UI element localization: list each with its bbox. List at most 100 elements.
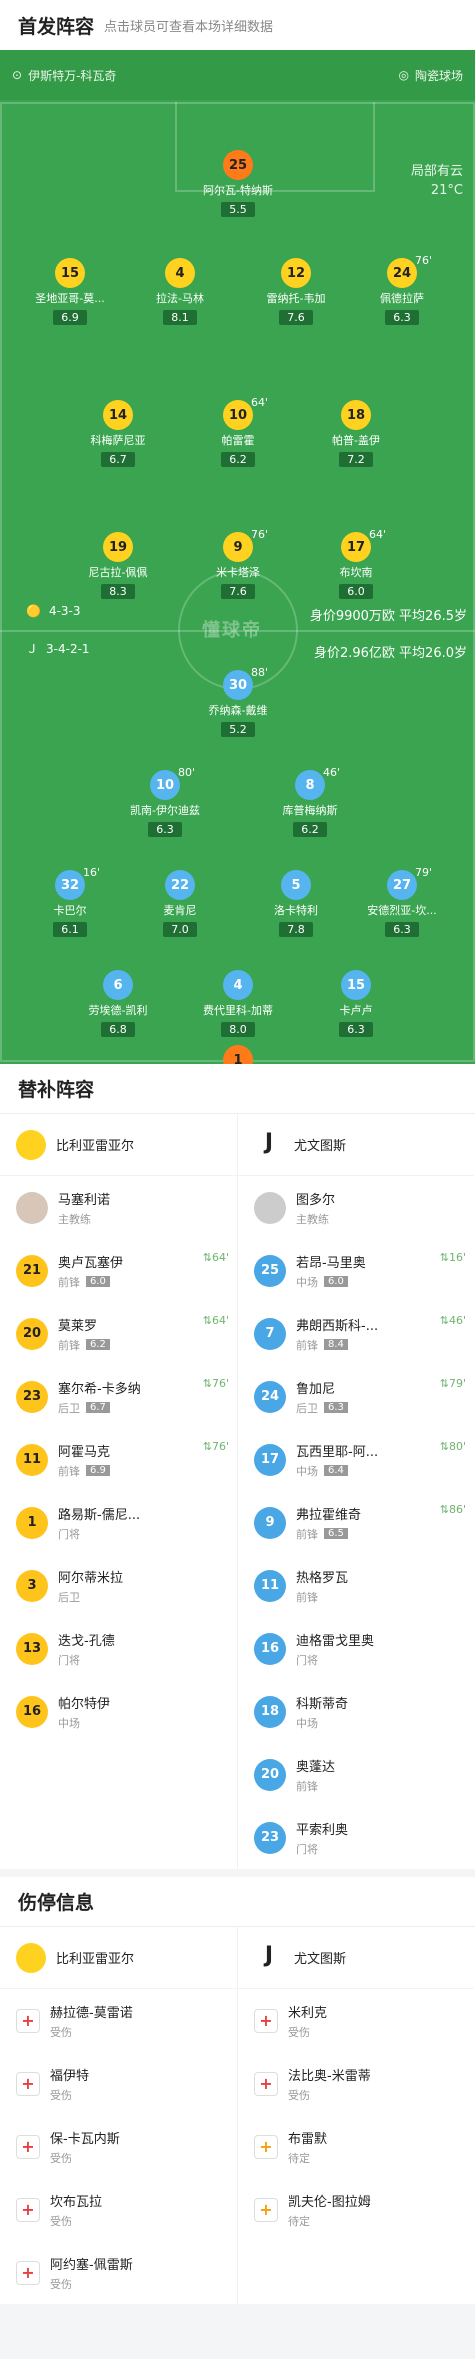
home-player[interactable]: 15 圣地亚哥-莫... 6.9 xyxy=(25,258,115,325)
player-rating: 6.0 xyxy=(339,584,373,599)
sub-time: 76' xyxy=(415,254,433,267)
jersey-number: 9 xyxy=(254,1506,286,1539)
home-player[interactable]: 19 尼古拉-佩佩 8.3 xyxy=(73,532,163,599)
sub-player-row[interactable]: 23 平索利奥 门将 xyxy=(238,1806,474,1869)
jersey-number: 16 xyxy=(16,1695,48,1728)
injuries-section: 伤停信息 比利亚雷亚尔 + 赫拉德-莫雷诺 受伤 + 福伊特 受伤 + 保-卡瓦内斯 受伤 + 坎布… xyxy=(0,1877,475,2304)
player-name: 科梅萨尼亚 xyxy=(90,434,146,447)
medical-cross-icon: + xyxy=(254,2071,278,2096)
medical-cross-icon: + xyxy=(16,2134,40,2159)
home-player[interactable]: 12 雷纳托-韦加 7.6 xyxy=(251,258,341,325)
sub-player-row[interactable]: 24 鲁加尼 后卫 6.3 ⇅79' xyxy=(238,1365,474,1428)
sub-in-time: ⇅64' xyxy=(202,1251,229,1264)
home-player[interactable]: 24 76' 佩德拉萨 6.3 xyxy=(357,254,447,325)
home-player[interactable]: 25 阿尔瓦-特纳斯 5.5 xyxy=(193,150,283,217)
sub-player-row[interactable]: 23 塞尔希-卡多纳 后卫 6.7 ⇅76' xyxy=(0,1365,237,1428)
away-player[interactable]: 30 88' 乔纳森-戴维 5.2 xyxy=(193,666,283,737)
home-player[interactable]: 9 76' 米卡塔泽 7.6 xyxy=(193,528,283,599)
injuries-title: 伤停信息 xyxy=(0,1877,475,1927)
jersey-number: 1 xyxy=(223,1045,253,1064)
sub-player-row[interactable]: 13 迭戈-孔德 门将 xyxy=(0,1617,237,1680)
sub-player-row[interactable]: 9 弗拉霍维奇 前锋 6.5 ⇅86' xyxy=(238,1491,474,1554)
away-value: 身价2.96亿欧 平均26.0岁 xyxy=(313,646,467,661)
player-name: 圣地亚哥-莫... xyxy=(35,292,105,305)
sub-player-row[interactable]: 16 帕尔特伊 中场 xyxy=(0,1680,237,1743)
player-rating: 5.2 xyxy=(221,722,255,737)
injury-status: 待定 xyxy=(288,2151,310,2165)
away-player[interactable]: 8 46' 库普梅纳斯 6.2 xyxy=(265,766,355,837)
injury-row[interactable]: + 赫拉德-莫雷诺 受伤 xyxy=(0,1989,237,2052)
sub-player-row[interactable]: 11 阿霍马克 前锋 6.9 ⇅76' xyxy=(0,1428,237,1491)
away-player[interactable]: 6 劳埃德-凯利 6.8 xyxy=(73,970,163,1037)
player-position: 前锋 xyxy=(296,1779,318,1793)
jersey-number: 27 xyxy=(387,870,417,900)
injury-status: 受伤 xyxy=(288,2025,310,2039)
player-name: 莫莱罗 xyxy=(58,1318,98,1334)
away-player[interactable]: 32 16' 卡巴尔 6.1 xyxy=(25,866,115,937)
medical-cross-icon: + xyxy=(254,2008,278,2033)
sub-player-row[interactable]: 25 若昂-马里奥 中场 6.0 ⇅16' xyxy=(238,1239,474,1302)
injury-row[interactable]: + 坎布瓦拉 受伤 xyxy=(0,2178,237,2241)
away-player[interactable]: 27 79' 安德烈亚-坎... 6.3 xyxy=(357,866,447,937)
villarreal-crest-icon xyxy=(16,1942,46,1973)
sub-in-time: ⇅86' xyxy=(439,1503,466,1516)
sub-in-time: ⇅80' xyxy=(439,1440,466,1453)
injury-row[interactable]: + 布雷默 待定 xyxy=(238,2115,474,2178)
player-rating: 8.0 xyxy=(221,1022,255,1037)
jersey-number: 10 xyxy=(150,770,180,800)
sub-player-row[interactable]: 11 热格罗瓦 前锋 xyxy=(238,1554,474,1617)
player-name: 洛卡特利 xyxy=(274,904,318,917)
home-player[interactable]: 4 拉法-马林 8.1 xyxy=(135,258,225,325)
player-rating: 7.6 xyxy=(279,310,313,325)
page-subtitle: 点击球员可查看本场详细数据 xyxy=(104,19,274,35)
away-player[interactable]: 1佩林6.5 xyxy=(193,1045,283,1064)
medical-cross-icon: + xyxy=(16,2071,40,2096)
sub-player-row[interactable]: 17 瓦西里耶-阿... 中场 6.4 ⇅80' xyxy=(238,1428,474,1491)
player-name: 法比奥-米雷蒂 xyxy=(288,2068,371,2084)
sub-player-row[interactable]: 18 科斯蒂奇 中场 xyxy=(238,1680,474,1743)
jersey-number: 7 xyxy=(254,1317,286,1350)
player-rating: 6.0 xyxy=(86,1276,110,1287)
away-player[interactable]: 15 卡卢卢 6.3 xyxy=(311,970,401,1037)
home-coach[interactable]: 马塞利诺 主教练 xyxy=(0,1176,237,1239)
jersey-number: 13 xyxy=(16,1632,48,1665)
player-rating: 6.0 xyxy=(324,1276,348,1287)
sub-player-row[interactable]: 16 迪格雷戈里奥 门将 xyxy=(238,1617,474,1680)
jersey-number: 24 xyxy=(254,1380,286,1413)
home-player[interactable]: 18 帕普-盖伊 7.2 xyxy=(311,400,401,467)
injury-row[interactable]: + 阿约塞-佩雷斯 受伤 xyxy=(0,2241,237,2304)
away-player[interactable]: 10 80' 凯南-伊尔迪兹 6.3 xyxy=(120,766,210,837)
player-name: 阿约塞-佩雷斯 xyxy=(50,2257,133,2273)
away-player[interactable]: 5 洛卡特利 7.8 xyxy=(251,870,341,937)
sub-player-row[interactable]: 20 奥蓬达 前锋 xyxy=(238,1743,474,1806)
player-position: 前锋 xyxy=(58,1338,80,1352)
home-player[interactable]: 10 64' 帕雷霍 6.2 xyxy=(193,396,283,467)
sub-in-time: ⇅76' xyxy=(202,1440,229,1453)
juventus-crest-icon: J xyxy=(264,1129,274,1155)
injury-row[interactable]: + 保-卡瓦内斯 受伤 xyxy=(0,2115,237,2178)
injury-row[interactable]: + 凯夫伦-图拉姆 待定 xyxy=(238,2178,474,2241)
player-rating: 8.1 xyxy=(163,310,197,325)
coach-avatar xyxy=(16,1191,48,1224)
away-player[interactable]: 22 麦肯尼 7.0 xyxy=(135,870,225,937)
home-player[interactable]: 14 科梅萨尼亚 6.7 xyxy=(73,400,163,467)
sub-player-row[interactable]: 21 奥卢瓦塞伊 前锋 6.0 ⇅64' xyxy=(0,1239,237,1302)
sub-player-row[interactable]: 7 弗朗西斯科-... 前锋 8.4 ⇅46' xyxy=(238,1302,474,1365)
sub-player-row[interactable]: 20 莫莱罗 前锋 6.2 ⇅64' xyxy=(0,1302,237,1365)
injury-row[interactable]: + 米利克 受伤 xyxy=(238,1989,474,2052)
injury-status: 受伤 xyxy=(50,2088,72,2102)
sub-time: 79' xyxy=(415,866,433,879)
player-position: 前锋 xyxy=(58,1275,80,1289)
player-position: 前锋 xyxy=(58,1464,80,1478)
home-player[interactable]: 17 64' 布坎南 6.0 xyxy=(311,528,401,599)
sub-time: 88' xyxy=(251,666,269,679)
medical-cross-icon: + xyxy=(16,2008,40,2033)
jersey-number: 18 xyxy=(341,400,371,430)
player-name: 科斯蒂奇 xyxy=(296,1696,349,1712)
injury-row[interactable]: + 法比奥-米雷蒂 受伤 xyxy=(238,2052,474,2115)
sub-player-row[interactable]: 1 路易斯-儒尼... 门将 xyxy=(0,1491,237,1554)
away-player[interactable]: 4 费代里科-加蒂 8.0 xyxy=(193,970,283,1037)
injury-row[interactable]: + 福伊特 受伤 xyxy=(0,2052,237,2115)
sub-player-row[interactable]: 3 阿尔蒂米拉 后卫 xyxy=(0,1554,237,1617)
away-coach[interactable]: 图多尔 主教练 xyxy=(238,1176,474,1239)
